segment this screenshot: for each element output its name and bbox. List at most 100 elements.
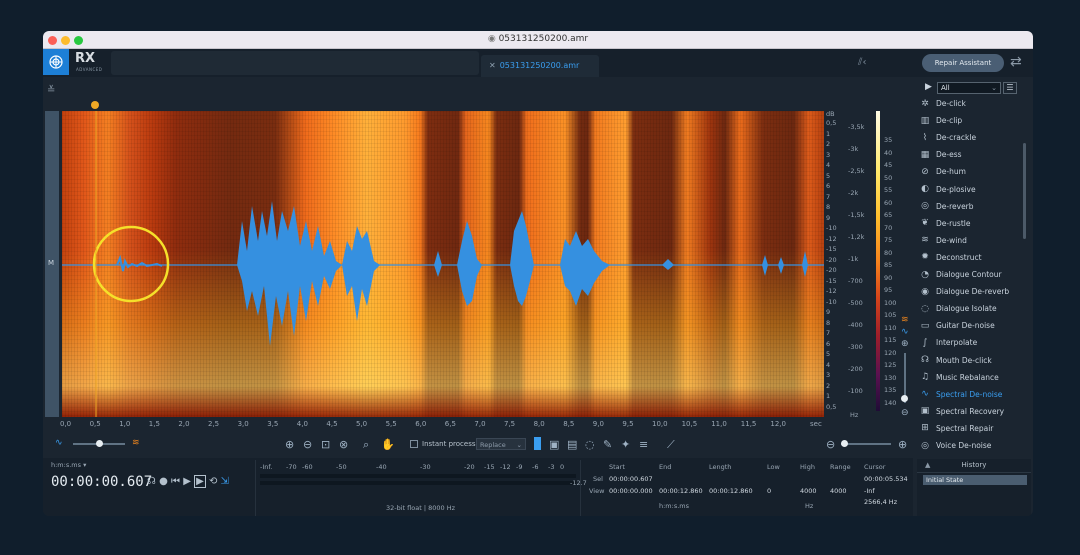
colorbar-tick: 80	[884, 248, 893, 257]
menu-icon[interactable]: ☰	[1003, 82, 1017, 94]
db-tick: -12	[826, 287, 837, 295]
module-item[interactable]: ⊘ De-hum	[919, 163, 1019, 180]
module-item[interactable]: ♫ Music Rebalance	[919, 369, 1019, 386]
module-item[interactable]: ▥ De-clip	[919, 112, 1019, 129]
zoom-out-icon[interactable]: ⊖	[303, 438, 312, 451]
db-tick: 3	[826, 150, 831, 159]
play-preview-icon[interactable]: ▶	[925, 82, 932, 92]
module-item[interactable]: ⊞ Spectral Repair	[919, 420, 1019, 437]
spectrogram[interactable]	[62, 111, 824, 417]
module-item[interactable]: ✹ Deconstruct	[919, 249, 1019, 266]
meter-tick: -30	[420, 463, 431, 471]
module-label: Music Rebalance	[936, 372, 999, 382]
play-selection-icon[interactable]: ▶	[194, 475, 206, 488]
view-length[interactable]: 00:00:12.860	[709, 487, 753, 495]
headphones-icon[interactable]: ☊	[147, 476, 156, 487]
view-blend-knob[interactable]	[96, 440, 103, 447]
follow-playhead-icon[interactable]: ⇲	[221, 476, 229, 487]
view-range[interactable]: 4000	[830, 487, 847, 495]
module-item[interactable]: ◌ Dialogue Isolate	[919, 300, 1019, 317]
hz-tick: -1,2k	[848, 233, 865, 241]
module-item[interactable]: ◐ De-plosive	[919, 181, 1019, 198]
play-icon[interactable]: ▶	[183, 476, 191, 487]
collapse-history-icon[interactable]: ▲	[925, 461, 930, 469]
magic-wand-icon[interactable]: ✦	[621, 438, 630, 451]
module-filter-select[interactable]: All ⌄	[937, 82, 1001, 94]
close-tab-icon[interactable]: ✕	[489, 61, 496, 70]
db-tick: 8	[826, 203, 831, 211]
freq-selection-tool-icon[interactable]: ▤	[567, 438, 577, 451]
time-tick: 9,5	[622, 420, 634, 428]
magnify-icon[interactable]: ⌕	[363, 438, 369, 452]
module-item[interactable]: ☊ Mouth De-click	[919, 352, 1019, 369]
module-label: De-rustle	[936, 218, 971, 228]
tab-file[interactable]: ✕ 053131250200.amr	[481, 55, 599, 77]
module-item[interactable]: ◉ Dialogue De-reverb	[919, 283, 1019, 300]
time-tick: 1,5	[148, 420, 160, 428]
instant-process-checkbox[interactable]	[410, 440, 418, 448]
module-item[interactable]: ▭ Guitar De-noise	[919, 317, 1019, 334]
zoom-selection-icon[interactable]: ⊡	[321, 438, 330, 451]
channel-label: M	[48, 259, 55, 267]
rect-selection-tool-icon[interactable]: ▣	[549, 438, 559, 451]
color-scale-bar	[876, 111, 880, 411]
module-item[interactable]: ≋ De-wind	[919, 232, 1019, 249]
zoom-fit-icon[interactable]: ⊗	[339, 438, 348, 451]
horizontal-zoom-out-icon[interactable]: ⊖	[826, 438, 835, 451]
hz-tick: -100	[848, 387, 863, 395]
playhead-marker[interactable]	[91, 101, 99, 109]
hz-axis: -3,5k -3k -2,5k -2k -1,5k -1,2k -1k -700 -500 -40…	[846, 111, 874, 419]
module-item[interactable]: ◎ De-reverb	[919, 198, 1019, 215]
horizontal-zoom-in-icon[interactable]: ⊕	[898, 438, 907, 451]
process-mode-select[interactable]: Replace ⌄	[476, 438, 526, 450]
skip-back-icon[interactable]: ⏮	[171, 476, 180, 487]
gain-curve-icon[interactable]: ⟋	[667, 438, 675, 452]
module-item[interactable]: ✲ De-click	[919, 95, 1019, 112]
view-end[interactable]: 00:00:12.860	[659, 487, 703, 495]
hand-tool-icon[interactable]: ✋	[381, 438, 395, 451]
waveform-settings-icon[interactable]: ∿	[901, 327, 909, 337]
module-item[interactable]: ❦ De-rustle	[919, 215, 1019, 232]
time-selection-tool-icon[interactable]	[534, 437, 541, 450]
brush-tool-icon[interactable]: ✎	[603, 438, 612, 451]
cursor-time: 00:00:05.534	[864, 475, 908, 483]
module-item[interactable]: ∫ Interpolate	[919, 334, 1019, 351]
repair-assistant-button[interactable]: Repair Assistant	[922, 54, 1004, 72]
module-item[interactable]: ⌇ De-crackle	[919, 129, 1019, 146]
module-item[interactable]: ▣ Spectral Recovery	[919, 403, 1019, 420]
zoom-in-vertical-icon[interactable]: ⊕	[901, 339, 909, 349]
module-item[interactable]: ∿ Spectral De-noise	[919, 386, 1019, 403]
module-item[interactable]: ▦ De-ess	[919, 146, 1019, 163]
view-label: View	[589, 487, 605, 495]
vertical-zoom-knob[interactable]	[901, 395, 908, 402]
module-item[interactable]: ◎ Voice De-noise	[919, 437, 1019, 454]
db-tick: 4	[826, 360, 831, 369]
connect-icon[interactable]: ⇄	[1010, 54, 1028, 72]
timecode-format[interactable]: h:m:s.ms ▾	[51, 461, 86, 469]
spectrogram-settings-icon[interactable]: ≋	[901, 315, 909, 325]
horizontal-zoom-slider[interactable]	[841, 443, 891, 445]
collapse-waveform-icon[interactable]: ≚	[47, 85, 55, 96]
collapse-panel-icon[interactable]: ⫽‹	[858, 57, 866, 68]
sel-start[interactable]: 00:00:00.607	[609, 475, 653, 483]
loop-icon[interactable]: ⟲	[209, 476, 217, 487]
waveform-view-icon[interactable]: ∿	[55, 438, 63, 448]
view-high[interactable]: 4000	[800, 487, 817, 495]
module-label: Spectral Repair	[936, 423, 994, 433]
view-start[interactable]: 00:00:00.000	[609, 487, 653, 495]
harmonic-selection-icon[interactable]: ≡	[639, 438, 648, 451]
waveform	[62, 111, 824, 417]
lasso-tool-icon[interactable]: ◌	[585, 438, 595, 451]
zoom-in-icon[interactable]: ⊕	[285, 438, 294, 451]
spectrogram-view-icon[interactable]: ≋	[132, 438, 140, 448]
record-icon[interactable]: ●	[159, 476, 168, 487]
module-list-scrollbar[interactable]	[1023, 143, 1026, 239]
time-tick: 4,0	[296, 420, 308, 428]
horizontal-zoom-knob[interactable]	[841, 440, 848, 447]
view-low[interactable]: 0	[767, 487, 771, 495]
zoom-out-vertical-icon[interactable]: ⊖	[901, 408, 909, 418]
db-tick: 0,5	[826, 119, 837, 127]
history-item[interactable]: Initial State	[923, 475, 1027, 485]
empty-tab-area	[111, 51, 479, 75]
module-item[interactable]: ◔ Dialogue Contour	[919, 266, 1019, 283]
